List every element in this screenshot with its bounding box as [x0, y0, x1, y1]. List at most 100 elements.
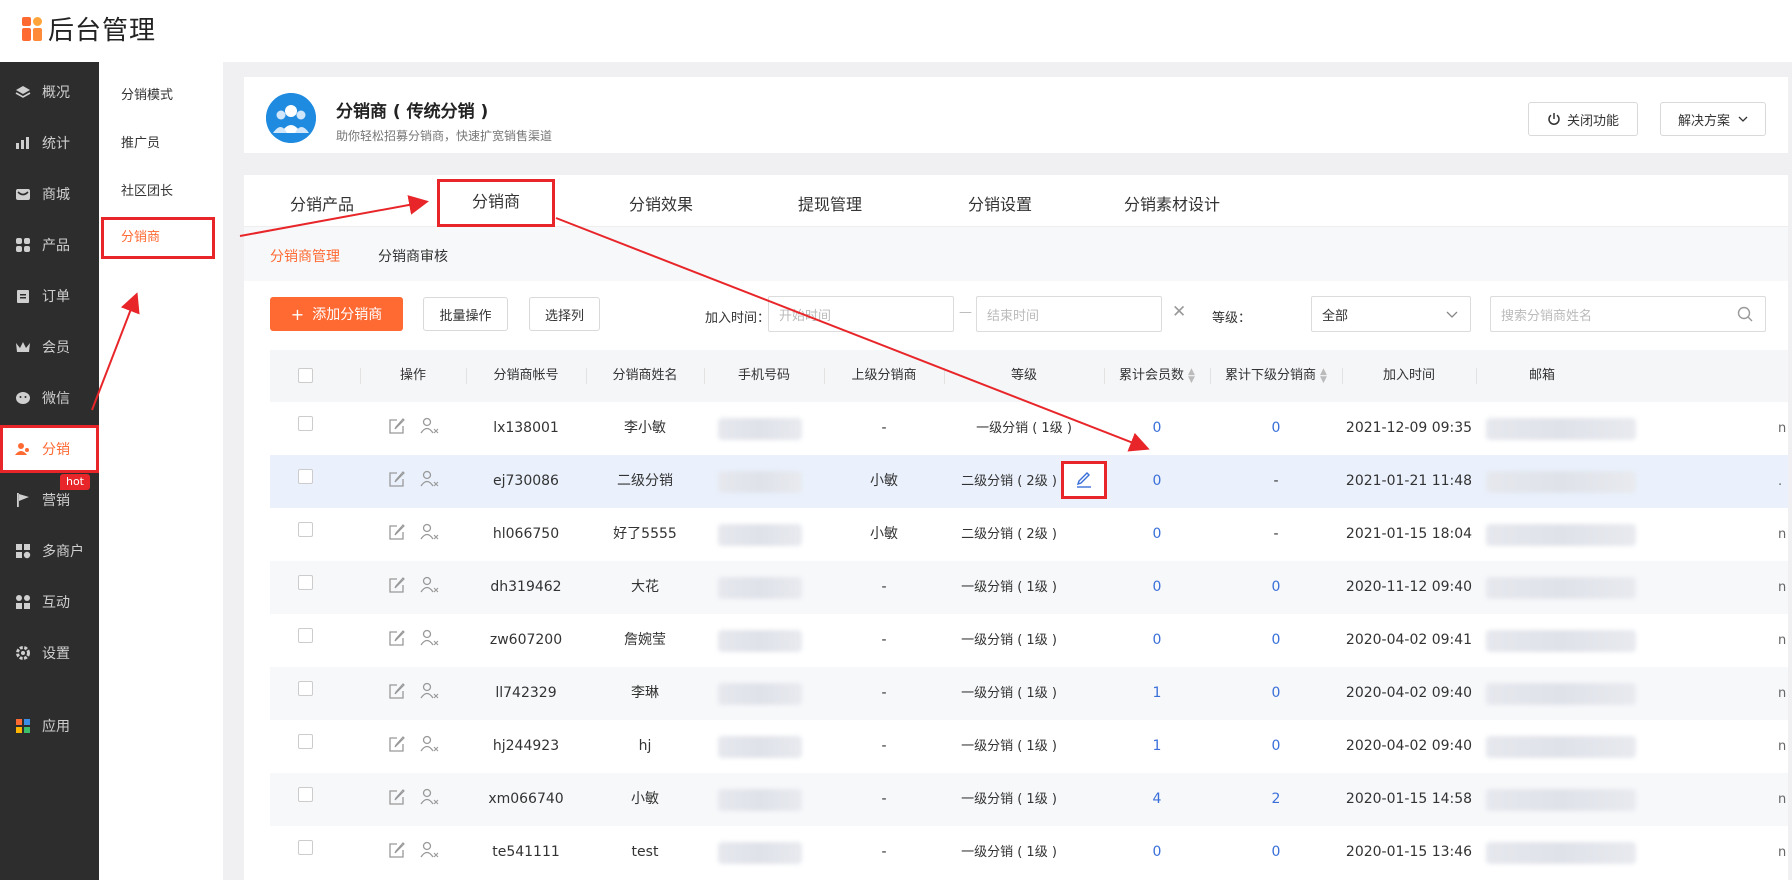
tab-distributors[interactable]: 分销商	[437, 179, 555, 227]
row-checkbox[interactable]	[298, 734, 313, 749]
col-header-subs[interactable]: 累计下级分销商 ▲ ▼	[1210, 350, 1342, 402]
tab-effect[interactable]: 分销效果	[629, 191, 693, 215]
remove-user-icon[interactable]	[420, 629, 440, 651]
cell-subs[interactable]: 0	[1210, 826, 1342, 879]
cell-members[interactable]: 1	[1104, 720, 1210, 773]
tab-material-design[interactable]: 分销素材设计	[1124, 191, 1220, 215]
app-logo[interactable]: 后台管理	[22, 10, 156, 47]
select-all-checkbox[interactable]	[298, 368, 313, 383]
edit-icon[interactable]	[388, 523, 406, 545]
level-select[interactable]: 全部	[1311, 296, 1471, 332]
cell-level: 一级分销 ( 1级 )	[961, 845, 1057, 860]
start-time-input[interactable]: 开始时间	[768, 296, 954, 332]
row-checkbox[interactable]	[298, 522, 313, 537]
remove-user-icon[interactable]	[420, 576, 440, 598]
cell-members[interactable]: 0	[1104, 402, 1210, 455]
subtab-management[interactable]: 分销商管理	[270, 246, 340, 266]
edit-icon[interactable]	[388, 629, 406, 651]
nav-item-interaction[interactable]: 互动	[0, 578, 99, 626]
remove-user-icon[interactable]	[420, 735, 440, 757]
tab-products[interactable]: 分销产品	[290, 191, 354, 215]
cell-account: zw607200	[489, 632, 563, 648]
row-checkbox[interactable]	[298, 575, 313, 590]
remove-user-icon[interactable]	[420, 788, 440, 810]
cell-subs[interactable]: 0	[1210, 614, 1342, 667]
select-columns-button[interactable]: 选择列	[529, 297, 600, 331]
table-header: 操作 分销商帐号 分销商姓名 手机号码 上级分销商 等级 累计会员数 ▲ ▼ 累计下…	[270, 350, 1788, 402]
cell-members[interactable]: 4	[1104, 773, 1210, 826]
edit-icon[interactable]	[388, 788, 406, 810]
power-icon	[1547, 112, 1561, 126]
nav-item-orders[interactable]: 订单	[0, 272, 99, 320]
nav-label: 分销	[42, 442, 70, 458]
edit-level-button[interactable]	[1061, 461, 1107, 499]
edit-icon[interactable]	[388, 470, 406, 492]
cell-subs[interactable]: 0	[1210, 402, 1342, 455]
cell-joined: 2020-04-02 09:40	[1345, 685, 1473, 701]
nav-item-product[interactable]: 产品	[0, 221, 99, 269]
remove-user-icon[interactable]	[420, 470, 440, 492]
add-distributor-button[interactable]: + 添加分销商	[270, 297, 403, 331]
nav-item-mall[interactable]: 商城	[0, 170, 99, 218]
search-input[interactable]: 搜索分销商姓名	[1490, 296, 1766, 332]
remove-user-icon[interactable]	[420, 682, 440, 704]
chevron-down-icon	[1446, 311, 1458, 318]
cell-members[interactable]: 0	[1104, 826, 1210, 879]
nav-item-merchants[interactable]: 多商户	[0, 527, 99, 575]
nav-item-apps[interactable]: 应用	[0, 702, 99, 750]
row-actions	[388, 841, 440, 863]
row-checkbox[interactable]	[298, 628, 313, 643]
cell-members[interactable]: 1	[1104, 667, 1210, 720]
batch-operation-button[interactable]: 批量操作	[423, 297, 508, 331]
edit-icon[interactable]	[388, 735, 406, 757]
cell-members[interactable]: 0	[1104, 455, 1210, 508]
subnav-item-distributor[interactable]: 分销商	[101, 217, 215, 259]
remove-user-icon[interactable]	[420, 417, 440, 439]
cell-members[interactable]: 0	[1104, 508, 1210, 561]
cell-subs[interactable]: 2	[1210, 773, 1342, 826]
col-header-members[interactable]: 累计会员数 ▲ ▼	[1104, 350, 1210, 402]
cell-members[interactable]: 0	[1104, 614, 1210, 667]
nav-item-stats[interactable]: 统计	[0, 119, 99, 167]
nav-item-overview[interactable]: 概况	[0, 68, 99, 116]
nav-item-members[interactable]: 会员	[0, 323, 99, 371]
col-header-level: 等级	[1010, 368, 1037, 383]
cell-subs[interactable]: 0	[1210, 720, 1342, 773]
row-checkbox[interactable]	[298, 840, 313, 855]
row-checkbox[interactable]	[298, 681, 313, 696]
cell-level: 一级分销 ( 1级 )	[961, 739, 1057, 754]
subnav-item-community[interactable]: 社区团长	[121, 180, 173, 199]
subtab-bar: 分销商管理 分销商审核	[244, 227, 1788, 281]
subnav-item-mode[interactable]: 分销模式	[121, 84, 173, 103]
clear-icon[interactable]: ✕	[1172, 302, 1186, 322]
cell-joined: 2021-01-15 18:04	[1345, 526, 1473, 542]
row-actions	[388, 629, 440, 651]
tab-settings[interactable]: 分销设置	[968, 191, 1032, 215]
remove-user-icon[interactable]	[420, 841, 440, 863]
cell-subs: -	[1273, 526, 1279, 542]
cell-members[interactable]: 0	[1104, 561, 1210, 614]
edit-icon[interactable]	[388, 417, 406, 439]
cell-subs[interactable]: 0	[1210, 667, 1342, 720]
table-row: hj244923 hj - 一级分销 ( 1级 ) 1 0 2020-04-02…	[270, 720, 1788, 773]
nav-item-settings[interactable]: 设置	[0, 629, 99, 677]
edit-icon[interactable]	[388, 576, 406, 598]
cell-subs[interactable]: 0	[1210, 561, 1342, 614]
remove-user-icon[interactable]	[420, 523, 440, 545]
row-checkbox[interactable]	[298, 469, 313, 484]
wechat-icon	[14, 389, 32, 407]
row-checkbox[interactable]	[298, 787, 313, 802]
row-checkbox[interactable]	[298, 416, 313, 431]
subnav-item-promoter[interactable]: 推广员	[121, 132, 160, 151]
nav-item-distribution[interactable]: 分销	[0, 425, 99, 473]
solution-dropdown[interactable]: 解决方案	[1660, 102, 1766, 136]
edit-icon[interactable]	[388, 841, 406, 863]
subtab-review[interactable]: 分销商审核	[378, 246, 448, 266]
tab-withdraw[interactable]: 提现管理	[798, 191, 862, 215]
close-feature-button[interactable]: 关闭功能	[1528, 102, 1638, 136]
cell-name: test	[631, 844, 659, 860]
nav-label: 订单	[42, 289, 70, 305]
nav-item-wechat[interactable]: 微信	[0, 374, 99, 422]
end-time-input[interactable]: 结束时间	[976, 296, 1162, 332]
edit-icon[interactable]	[388, 682, 406, 704]
